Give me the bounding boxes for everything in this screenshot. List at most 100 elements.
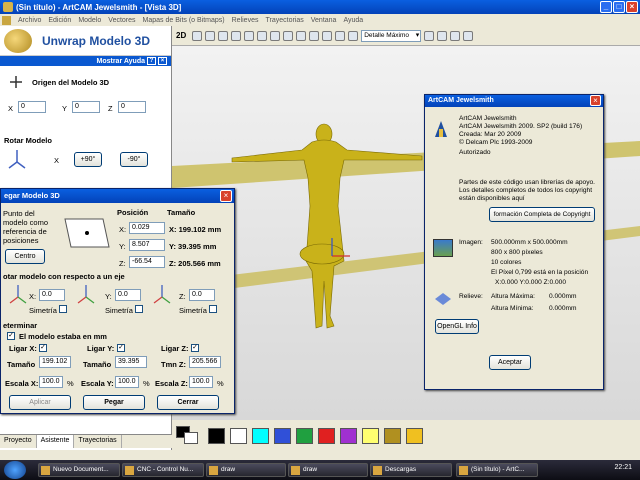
scale-z-input[interactable]: 100.0 bbox=[189, 376, 213, 388]
position-x-label: X: bbox=[119, 225, 127, 234]
zoom-fit-icon[interactable] bbox=[257, 30, 268, 41]
link-x-checkbox[interactable]: ✓ bbox=[39, 344, 47, 352]
zoom-out-icon[interactable] bbox=[231, 30, 242, 41]
accept-button[interactable]: Aceptar bbox=[489, 355, 531, 370]
position-y-input[interactable]: 8.507 bbox=[129, 239, 165, 251]
menu-edicion[interactable]: Edición bbox=[48, 17, 71, 24]
show-help-label[interactable]: Mostrar Ayuda bbox=[97, 58, 146, 65]
view-2d-button[interactable]: 2D bbox=[176, 31, 186, 40]
scale-x-input[interactable]: 100.0 bbox=[39, 376, 63, 388]
menu-archivo[interactable]: Archivo bbox=[18, 17, 41, 24]
position-x-input[interactable]: 0.029 bbox=[129, 222, 165, 234]
menu-relieves[interactable]: Relieves bbox=[232, 17, 259, 24]
menu-vectores[interactable]: Vectores bbox=[108, 17, 135, 24]
determine-section: eterminar bbox=[3, 321, 38, 330]
dialog-close-button[interactable]: × bbox=[220, 190, 232, 202]
min-height-value: 0.000mm bbox=[549, 305, 577, 312]
menu-trayectorias[interactable]: Trayectorias bbox=[265, 17, 303, 24]
view-forward-icon[interactable] bbox=[437, 30, 448, 41]
symmetry-y-checkbox[interactable] bbox=[135, 305, 143, 313]
link-z-checkbox[interactable]: ✓ bbox=[191, 344, 199, 352]
menu-modelo[interactable]: Modelo bbox=[78, 17, 101, 24]
symmetry-z-checkbox[interactable] bbox=[209, 305, 217, 313]
apply-button[interactable]: Aplicar bbox=[9, 395, 71, 410]
palette-swatch-white[interactable] bbox=[230, 428, 247, 444]
taskbar-item-cnc[interactable]: CNC - Control Nu... bbox=[122, 463, 204, 477]
maximize-button[interactable]: □ bbox=[613, 1, 625, 13]
grid-icon[interactable] bbox=[335, 30, 346, 41]
origin-z-input[interactable]: 0 bbox=[118, 101, 146, 113]
rotate-y-input[interactable]: 0.0 bbox=[115, 289, 141, 301]
symmetry-x-checkbox[interactable] bbox=[59, 305, 67, 313]
taskbar-item-downloads[interactable]: Descargas bbox=[370, 463, 452, 477]
paste-button[interactable]: Pegar bbox=[83, 395, 145, 410]
palette-swatch-green[interactable] bbox=[296, 428, 313, 444]
rotate-view-icon[interactable] bbox=[192, 30, 203, 41]
front-view-icon[interactable] bbox=[309, 30, 320, 41]
pan-icon[interactable] bbox=[205, 30, 216, 41]
taskbar-item-artcam[interactable]: (Sin título) - ArtC... bbox=[456, 463, 538, 477]
palette-swatch-black[interactable] bbox=[208, 428, 225, 444]
shading-icon[interactable] bbox=[463, 30, 474, 41]
light-bulb-icon[interactable] bbox=[450, 30, 461, 41]
link-y-checkbox[interactable]: ✓ bbox=[117, 344, 125, 352]
menu-ayuda[interactable]: Ayuda bbox=[343, 17, 363, 24]
taskbar-item-draw-1[interactable]: draw bbox=[206, 463, 286, 477]
tab-trayectorias[interactable]: Trayectorias bbox=[74, 435, 122, 448]
tab-asistente[interactable]: Asistente bbox=[36, 435, 75, 448]
taskbar-item-document[interactable]: Nuevo Document... bbox=[38, 463, 120, 477]
size-y-input[interactable]: 39.395 bbox=[115, 356, 147, 368]
origin-x-input[interactable]: 0 bbox=[18, 101, 46, 113]
rotate-x-input[interactable]: 0.0 bbox=[39, 289, 65, 301]
palette-swatch-purple[interactable] bbox=[340, 428, 357, 444]
model-in-mm-checkbox[interactable]: ✓ bbox=[7, 332, 15, 340]
detail-level-select[interactable]: Detalle Máximo bbox=[361, 29, 422, 42]
copyright-info-button[interactable]: formación Completa de Copyright bbox=[489, 207, 595, 222]
rotate-plus-90-button[interactable]: +90° bbox=[74, 152, 102, 167]
palette-swatch-cyan[interactable] bbox=[252, 428, 269, 444]
palette-swatch-blue[interactable] bbox=[274, 428, 291, 444]
menu-app-icon[interactable] bbox=[2, 15, 11, 25]
about-dialog: ArtCAM Jewelsmith × ArtCAM Jewelsmith Ar… bbox=[424, 94, 604, 390]
palette-swatch-olive[interactable] bbox=[384, 428, 401, 444]
panel-title: Unwrap Modelo 3D bbox=[42, 33, 151, 48]
secondary-color-swatch[interactable] bbox=[184, 432, 198, 444]
unwrap-logo-icon bbox=[4, 28, 32, 53]
help-question-icon[interactable]: ? bbox=[147, 57, 156, 65]
taskbar-item-draw-2[interactable]: draw bbox=[288, 463, 368, 477]
scale-y-input[interactable]: 100.0 bbox=[115, 376, 139, 388]
zoom-in-icon[interactable] bbox=[218, 30, 229, 41]
rotate-minus-90-button[interactable]: -90° bbox=[120, 152, 148, 167]
origin-y-input[interactable]: 0 bbox=[72, 101, 100, 113]
close-button[interactable]: × bbox=[626, 1, 638, 13]
help-bar[interactable]: Mostrar Ayuda ? × bbox=[0, 56, 171, 66]
zoom-selection-icon[interactable] bbox=[270, 30, 281, 41]
minimize-button[interactable]: _ bbox=[600, 1, 612, 13]
side-view-icon[interactable] bbox=[322, 30, 333, 41]
center-button[interactable]: Centro bbox=[5, 249, 45, 264]
menu-mapas-de-bits[interactable]: Mapas de Bits (o Bitmaps) bbox=[143, 17, 225, 24]
start-button[interactable] bbox=[4, 461, 26, 479]
zoom-box-icon[interactable] bbox=[244, 30, 255, 41]
iso-view-icon[interactable] bbox=[283, 30, 294, 41]
about-close-button[interactable]: × bbox=[590, 95, 601, 106]
box-view-icon[interactable] bbox=[348, 30, 359, 41]
menu-ventana[interactable]: Ventana bbox=[311, 17, 337, 24]
size-x-input[interactable]: 199.102 bbox=[39, 356, 71, 368]
opengl-info-button[interactable]: OpenGL Info bbox=[435, 319, 479, 334]
tab-proyecto[interactable]: Proyecto bbox=[0, 435, 37, 448]
top-view-icon[interactable] bbox=[296, 30, 307, 41]
rotate-y-label: Y: bbox=[105, 292, 112, 301]
help-close-icon[interactable]: × bbox=[158, 57, 167, 65]
reference-point-picker[interactable] bbox=[59, 217, 111, 249]
rotate-z-input[interactable]: 0.0 bbox=[189, 289, 215, 301]
size-z-input[interactable]: 205.566 bbox=[189, 356, 221, 368]
view-back-icon[interactable] bbox=[424, 30, 435, 41]
position-z-input[interactable]: -66.54 bbox=[129, 256, 165, 268]
palette-swatch-red[interactable] bbox=[318, 428, 335, 444]
palette-swatch-gold[interactable] bbox=[406, 428, 423, 444]
scale-y-percent: % bbox=[143, 379, 150, 388]
close-dialog-button[interactable]: Cerrar bbox=[157, 395, 219, 410]
dialog-title: egar Modelo 3D bbox=[1, 189, 234, 203]
palette-swatch-light-yellow[interactable] bbox=[362, 428, 379, 444]
